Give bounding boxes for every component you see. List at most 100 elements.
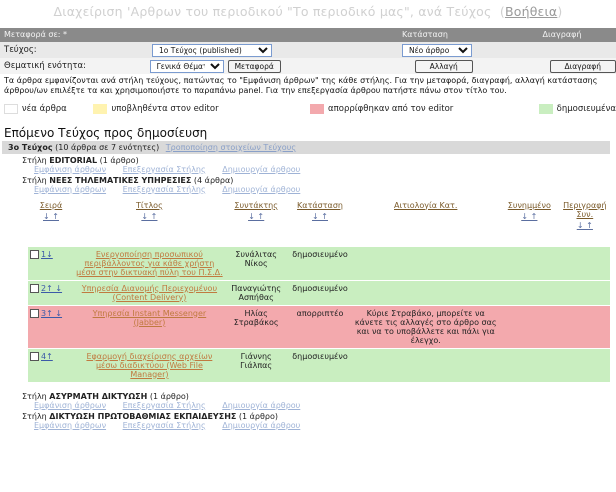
- order-cell: 1↓: [28, 245, 75, 280]
- legend-swatch-submitted: [93, 104, 108, 114]
- attachment-desc-cell: [559, 347, 610, 382]
- status-select[interactable]: Νέο άρθρο: [402, 43, 472, 57]
- attachment-desc-cell: [559, 279, 610, 305]
- create-article-link[interactable]: Δημιουργία άρθρου: [222, 401, 300, 410]
- col-header-attachment[interactable]: Συνημμένο ↓ ↑: [498, 198, 560, 246]
- column-count: (1 άρθρο): [147, 391, 189, 401]
- legend-rejected: απορρίφθηκαν από τον editor: [328, 104, 454, 114]
- issue-label: Τεύχος:: [4, 45, 37, 55]
- show-articles-link[interactable]: Εμφάνιση άρθρων: [34, 185, 106, 194]
- panel-header: Μεταφορά σε: * Κατάσταση Διαγραφή: [0, 28, 616, 42]
- edit-column-link[interactable]: Επεξεργασία Στήλης: [123, 185, 206, 194]
- column-editorial: Στήλη EDITORIAL (1 άρθρο) Εμφάνιση άρθρω…: [22, 156, 616, 174]
- column-new-services: Στήλη ΝΕΕΣ ΤΗΛΕΜΑΤΙΚΕΣ ΥΠΗΡΕΣΙΕΣ (4 άρθρ…: [22, 176, 616, 194]
- issue-name: 3ο Τεύχος: [8, 143, 53, 152]
- column-name: ΝΕΕΣ ΤΗΛΕΜΑΤΙΚΕΣ ΥΠΗΡΕΣΙΕΣ: [49, 176, 192, 185]
- order-cell: 2↑ ↓: [28, 279, 75, 305]
- reason-cell: Κύριε Στραβάκο, μπορείτε να κάνετε τις α…: [352, 304, 499, 348]
- table-row: 2↑ ↓ Υπηρεσία Διανομής Περιεχομένου (Con…: [28, 279, 610, 305]
- status-cell: δημοσιευμένο: [287, 347, 353, 382]
- row-checkbox[interactable]: [30, 283, 39, 293]
- next-issue-heading: Επόμενο Τεύχος προς δημοσίευση: [4, 126, 208, 140]
- col-header-author[interactable]: Συντάκτης ↓ ↑: [224, 198, 288, 246]
- show-articles-link[interactable]: Εμφάνιση άρθρων: [34, 401, 106, 410]
- help-link[interactable]: Βοήθεια: [505, 4, 557, 19]
- col-header-status[interactable]: Κατάσταση ↓ ↑: [287, 198, 353, 246]
- column-prefix: Στήλη: [22, 156, 50, 165]
- attachment-cell: [498, 304, 560, 348]
- column-count: (1 άρθρο): [236, 411, 278, 421]
- panel-head-transfer: Μεταφορά σε: *: [4, 30, 68, 39]
- delete-button[interactable]: Διαγραφή: [549, 59, 616, 73]
- attachment-cell: [498, 279, 560, 305]
- column-select[interactable]: Γενικά Θέματα: [149, 59, 224, 73]
- column-prefix: Στήλη: [22, 391, 50, 401]
- attachment-cell: [498, 347, 560, 382]
- author-cell: Συνάλιτας Νίκος: [224, 245, 288, 280]
- author-cell: Παναγιώτης Ασπήθας: [224, 279, 288, 305]
- articles-table: Σειρά ↓ ↑ Τίτλος ↓ ↑ Συντάκτης ↓ ↑ Κατάστασ…: [28, 198, 610, 382]
- create-article-link[interactable]: Δημιουργία άρθρου: [222, 165, 300, 174]
- legend-new: νέα άρθρα: [21, 104, 67, 114]
- author-cell: Ηλίας Στραβάκος: [224, 304, 288, 348]
- column-name: ΑΣΥΡΜΑΤΗ ΔΙΚΤΥΩΣΗ: [49, 391, 148, 401]
- attachment-cell: [498, 245, 560, 280]
- panel-head-status: Κατάσταση: [402, 30, 448, 39]
- row-checkbox[interactable]: [30, 249, 39, 259]
- create-article-link[interactable]: Δημιουργία άρθρου: [222, 421, 300, 430]
- row-checkbox[interactable]: [30, 308, 39, 318]
- legend: νέα άρθρα υποβληθέντα στον editor απορρί…: [0, 98, 616, 120]
- column-prefix: Στήλη: [22, 411, 50, 421]
- panel-head-delete: Διαγραφή: [542, 30, 582, 39]
- row-checkbox[interactable]: [30, 351, 39, 361]
- show-articles-link[interactable]: Εμφάνιση άρθρων: [34, 165, 106, 174]
- column-name: EDITORIAL: [49, 156, 98, 165]
- show-articles-link[interactable]: Εμφάνιση άρθρων: [34, 421, 106, 430]
- action-panel: Μεταφορά σε: * Κατάσταση Διαγραφή Τεύχος…: [0, 28, 616, 74]
- column-name: ΔΙΚΤΥΩΣΗ ΠΡΩΤΟΒΑΘΜΙΑΣ ΕΚΠΑΙΔΕΥΣΗΣ: [49, 411, 237, 421]
- order-value[interactable]: 3↑ ↓: [41, 309, 62, 318]
- column-primary-education: Στήλη ΔΙΚΤΥΩΣΗ ΠΡΩΤΟΒΑΘΜΙΑΣ ΕΚΠΑΙΔΕΥΣΗΣ …: [22, 412, 616, 430]
- order-value[interactable]: 2↑ ↓: [41, 284, 62, 293]
- panel-row-issue: Τεύχος: 1ο Τεύχος (published) Νέο άρθρο: [0, 42, 616, 58]
- article-title-link[interactable]: Υπηρεσία Διανομής Περιεχομένου (Content …: [76, 284, 223, 302]
- edit-column-link[interactable]: Επεξεργασία Στήλης: [123, 401, 206, 410]
- table-row: 4↑ Εφαρμογή διαχείρισης αρχείων μέσω δια…: [28, 347, 610, 382]
- status-cell: δημοσιευμένο: [287, 245, 353, 280]
- reason-cell: [352, 245, 499, 280]
- order-value[interactable]: 1↓: [41, 250, 53, 259]
- legend-swatch-published: [538, 104, 553, 114]
- article-title-link[interactable]: Εφαρμογή διαχείρισης αρχείων μέσω διαδικ…: [76, 352, 223, 379]
- status-cell: απορριπτέο: [287, 304, 353, 348]
- col-header-order[interactable]: Σειρά ↓ ↑: [28, 198, 75, 246]
- issue-count: (10 άρθρα σε 7 ενότητες): [52, 143, 160, 152]
- column-wireless: Στήλη ΑΣΥΡΜΑΤΗ ΔΙΚΤΥΩΣΗ (1 άρθρο) Εμφάνι…: [22, 392, 616, 410]
- article-title-link[interactable]: Ενεργοποίηση προσωπικού περιβάλλοντος γι…: [76, 250, 223, 277]
- attachment-desc-cell: [559, 245, 610, 280]
- table-row: 1↓ Ενεργοποίηση προσωπικού περιβάλλοντος…: [28, 245, 610, 280]
- article-title-link[interactable]: Υπηρεσία Instant Messenger (Jabber): [76, 309, 223, 327]
- edit-issue-link[interactable]: Τροποποίηση στοιχείων Τεύχους: [166, 143, 296, 152]
- column-count: (4 άρθρα): [191, 176, 234, 185]
- order-value[interactable]: 4↑: [41, 352, 53, 361]
- reason-cell: [352, 279, 499, 305]
- col-header-attachment-desc[interactable]: Περιγραφή Συν. ↓ ↑: [559, 198, 610, 246]
- create-article-link[interactable]: Δημιουργία άρθρου: [222, 185, 300, 194]
- issue-select[interactable]: 1ο Τεύχος (published): [152, 43, 272, 57]
- panel-row-column: Θεματική ενότητα: Γενικά Θέματα Μεταφορά…: [0, 58, 616, 74]
- attachment-desc-cell: [559, 304, 610, 348]
- legend-published: δημοσιευμένα: [556, 104, 616, 114]
- order-cell: 4↑: [28, 347, 75, 382]
- edit-column-link[interactable]: Επεξεργασία Στήλης: [123, 421, 206, 430]
- issue-bar: 3ο Τεύχος (10 άρθρα σε 7 ενότητες) Τροπο…: [2, 141, 610, 154]
- col-header-reason[interactable]: Αιτιολογία Κατ.: [352, 198, 499, 246]
- author-cell: Γιάννης Γιάλπας: [224, 347, 288, 382]
- change-button[interactable]: Αλλαγή: [414, 59, 473, 73]
- column-prefix: Στήλη: [22, 176, 50, 185]
- edit-column-link[interactable]: Επεξεργασία Στήλης: [123, 165, 206, 174]
- column-label: Θεματική ενότητα:: [4, 61, 87, 71]
- status-cell: δημοσιευμένο: [287, 279, 353, 305]
- page-title-bar: Διαχείριση 'Αρθρων του περιοδικού "Το πε…: [0, 0, 616, 28]
- transfer-button[interactable]: Μεταφορά: [227, 59, 281, 73]
- col-header-title[interactable]: Τίτλος ↓ ↑: [74, 198, 225, 246]
